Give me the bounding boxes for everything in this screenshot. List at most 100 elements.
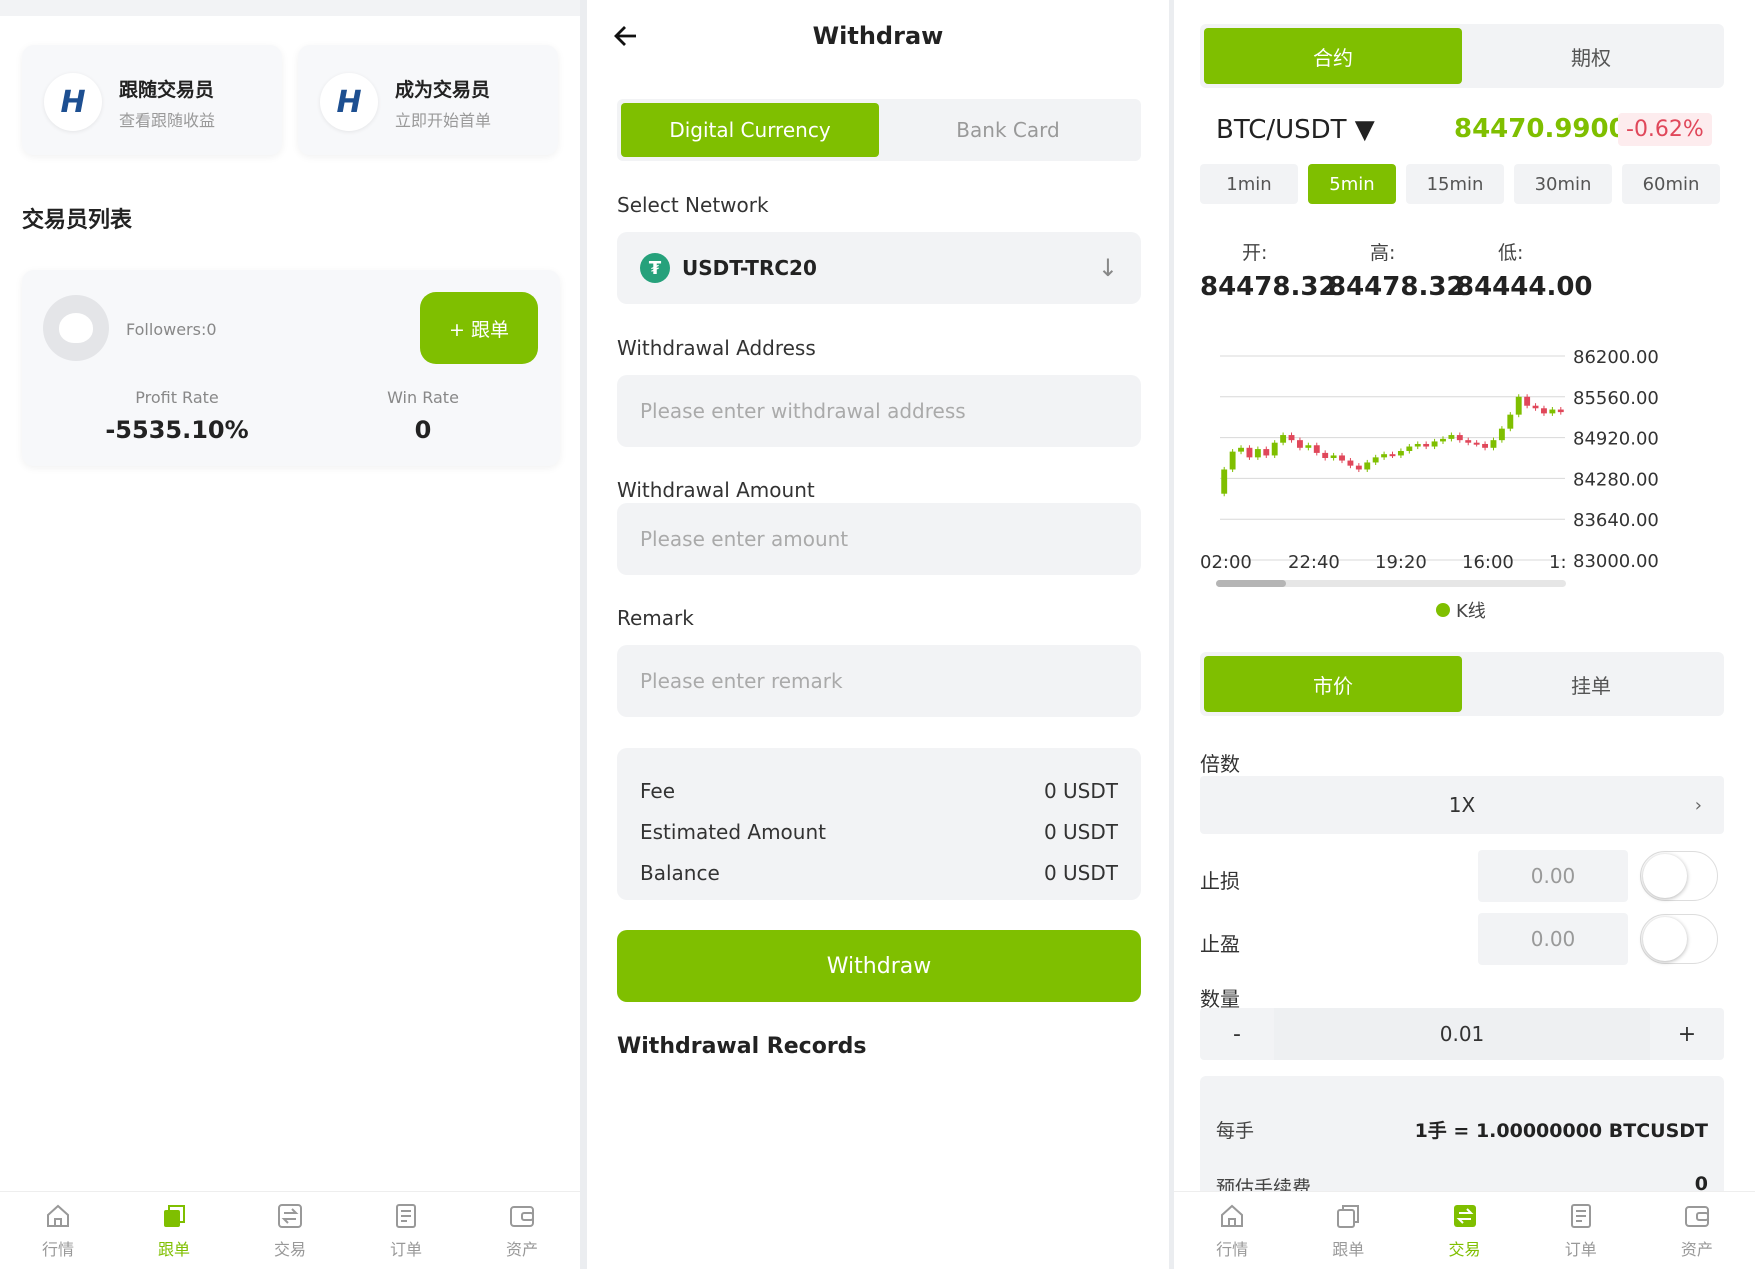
address-input[interactable] [640,399,1118,423]
tab-limit-order[interactable]: 挂单 [1462,656,1720,712]
candle [1431,441,1438,447]
tab-assets[interactable]: 资产 [1639,1192,1755,1269]
take-profit-toggle[interactable] [1640,914,1718,964]
tab-orders[interactable]: 订单 [1523,1192,1639,1269]
copy-icon [1334,1202,1362,1230]
quantity-stepper: - 0.01 + [1200,1008,1724,1060]
back-button[interactable] [613,22,639,57]
fee-label: Fee [640,778,676,803]
feature-subtitle: 查看跟随收益 [119,111,216,130]
follow-trader-card[interactable]: H 跟随交易员 查看跟随收益 [22,45,282,155]
high-value: 84478.32 [1328,272,1465,302]
orders-icon [392,1202,420,1230]
feature-title: 成为交易员 [395,79,491,101]
followers-count: Followers:0 [126,320,217,339]
candle [1229,451,1236,470]
tab-options[interactable]: 期权 [1462,28,1720,84]
tab-market[interactable]: 行情 [1174,1192,1290,1269]
interval-60min[interactable]: 60min [1622,164,1720,204]
leverage-select[interactable]: 1X › [1200,776,1724,834]
become-trader-card[interactable]: H 成为交易员 立即开始首单 [298,45,558,155]
open-label: 开: [1242,242,1268,264]
take-profit-label: 止盈 [1200,932,1240,956]
quantity-minus-button[interactable]: - [1200,1022,1274,1047]
follow-button[interactable]: + 跟单 [420,292,538,364]
candle [1221,469,1228,494]
tab-label: 行情 [41,1239,74,1259]
tab-orders[interactable]: 订单 [348,1192,464,1269]
arrow-left-icon [614,26,636,46]
network-value: USDT-TRC20 [682,256,817,280]
order-info-card: 每手 1手 = 1.00000000 BTCUSDT 预估手续费 0 [1200,1076,1724,1196]
quantity-plus-button[interactable]: + [1650,1022,1724,1047]
tab-bank-card[interactable]: Bank Card [879,103,1137,157]
pair-selector[interactable]: BTC/USDT ▼ [1216,115,1375,145]
withdraw-button[interactable]: Withdraw [617,930,1141,1002]
candle [1238,447,1244,452]
candle [1288,435,1295,441]
chevron-right-icon: › [1694,794,1702,816]
estimated-amount-row: Estimated Amount 0 USDT [640,811,1118,852]
tab-label: 跟单 [157,1239,190,1259]
interval-1min[interactable]: 1min [1200,164,1298,204]
tether-icon: ₮ [640,253,670,283]
wallet-icon [508,1202,536,1230]
candle [1263,449,1270,456]
withdraw-screen: Withdraw Digital Currency Bank Card Sele… [587,0,1169,1269]
candle [1473,442,1480,445]
withdrawal-records-title: Withdrawal Records [617,1034,867,1059]
candle [1406,446,1413,451]
estimated-amount-value: 0 USDT [1043,819,1118,844]
remark-input[interactable] [640,669,1118,693]
tab-contract[interactable]: 合约 [1204,28,1462,84]
tab-copy[interactable]: 跟单 [116,1192,232,1269]
candle [1296,440,1303,448]
interval-tabs: 1min 5min 15min 30min 60min [1200,164,1720,204]
fee-row: Fee 0 USDT [640,770,1118,811]
copy-icon [160,1202,188,1230]
trade-screen: 合约 期权 BTC/USDT ▼ 84470.99000 -0.62% 1min… [1174,0,1755,1269]
trader-card[interactable]: Followers:0 + 跟单 Profit Rate -5535.10% W… [22,270,560,466]
candle [1322,452,1329,458]
tab-label: 跟单 [1332,1239,1365,1259]
win-rate-label: Win Rate [387,388,459,407]
candle [1507,414,1514,429]
exchange-icon [276,1202,304,1230]
network-select[interactable]: ₮ USDT-TRC20 ↓ [617,232,1141,304]
tab-market[interactable]: 行情 [0,1192,116,1269]
amount-input[interactable] [640,527,1118,551]
stop-loss-input[interactable]: 0.00 [1478,850,1628,902]
brand-logo-icon: H [320,73,378,131]
exchange-icon [1451,1202,1479,1230]
interval-5min[interactable]: 5min [1308,164,1396,204]
open-value: 84478.32 [1200,272,1337,302]
amount-field[interactable] [617,503,1141,575]
tab-trade[interactable]: 交易 [232,1192,348,1269]
tab-copy[interactable]: 跟单 [1290,1192,1406,1269]
x-tick-label: 22:40 [1288,552,1340,573]
take-profit-input[interactable]: 0.00 [1478,913,1628,965]
quantity-input[interactable]: 0.01 [1274,1008,1650,1060]
balance-value: 0 USDT [1043,860,1118,885]
kline-chart[interactable]: 86200.00 85560.00 84920.00 84280.00 83640.00… [1200,330,1740,590]
interval-30min[interactable]: 30min [1514,164,1612,204]
candle [1305,445,1312,448]
candle [1246,447,1253,458]
tab-trade[interactable]: 交易 [1406,1192,1522,1269]
address-field[interactable] [617,375,1141,447]
candle [1456,435,1463,441]
candle [1448,435,1455,439]
tab-market-order[interactable]: 市价 [1204,656,1462,712]
tab-digital-currency[interactable]: Digital Currency [621,103,879,157]
candle [1313,445,1320,453]
candle [1347,460,1354,466]
candle [1372,457,1379,463]
home-icon [44,1202,72,1230]
interval-15min[interactable]: 15min [1406,164,1504,204]
remark-field[interactable] [617,645,1141,717]
candle [1440,438,1446,442]
tab-assets[interactable]: 资产 [464,1192,580,1269]
candle [1280,435,1287,443]
profit-rate-label: Profit Rate [135,388,219,407]
stop-loss-toggle[interactable] [1640,851,1718,901]
